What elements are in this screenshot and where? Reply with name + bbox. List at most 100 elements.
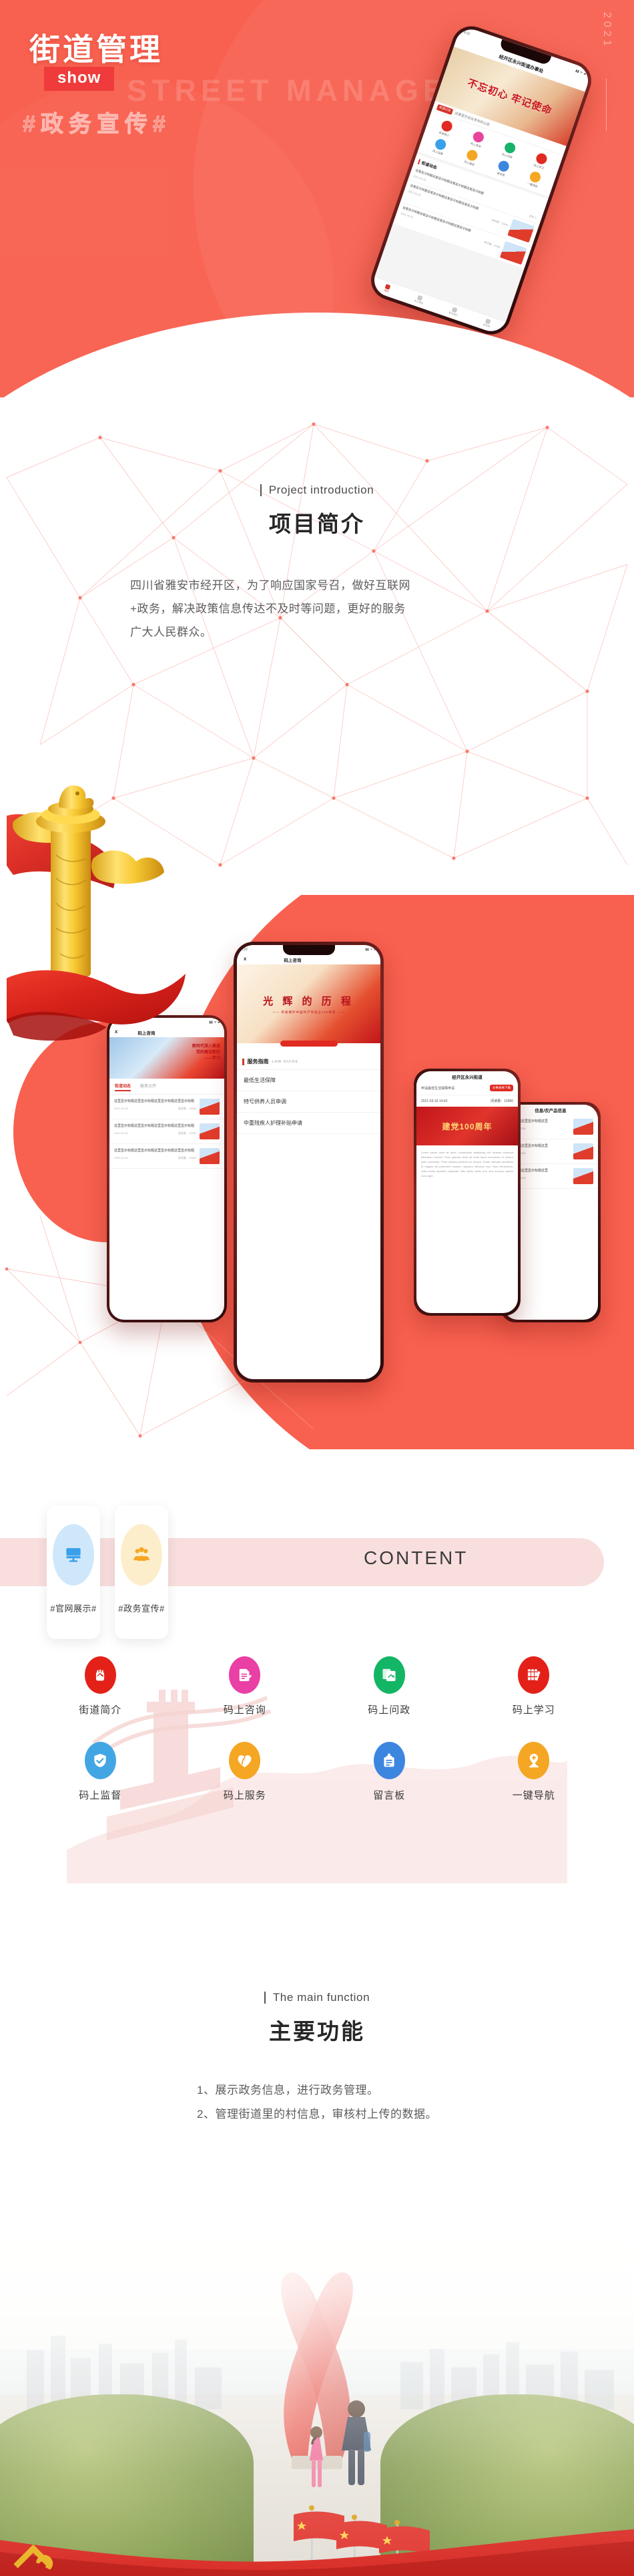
intro-paragraph: 四川省雅安市经开区，为了响应国家号召，做好互联网 +政务，解决政策信息传达不及时… xyxy=(130,574,504,645)
intro-heading-block: Project introduction 项目简介 xyxy=(0,484,634,538)
location-pin-icon xyxy=(518,1742,550,1779)
center-nav-title: 码上咨询 xyxy=(284,958,302,963)
section-accent-bar xyxy=(417,158,421,164)
functions-chinese-title: 主要功能 xyxy=(269,2019,365,2044)
hero-ghost-chinese: #政务宣传# xyxy=(23,112,171,138)
books-icon xyxy=(535,152,549,166)
news-thumbnail xyxy=(499,240,527,265)
hero-banner-title: 光 辉 的 历 程 xyxy=(263,995,354,1007)
content-card-label: #官网展示# xyxy=(50,1604,97,1614)
download-chip[interactable]: 办事表格下载 xyxy=(490,1085,513,1091)
document-pencil-icon xyxy=(471,130,486,144)
guide-list-item[interactable]: 最低生活保障 xyxy=(237,1070,380,1091)
article-title: 这里显示标题这里显示标题这里显示标题这里显示标题 xyxy=(114,1149,195,1153)
intro-line: 四川省雅安市经开区，为了响应国家号召，做好互联网 xyxy=(130,579,410,592)
party-card-icon xyxy=(503,141,517,155)
guide-accent-bar xyxy=(242,1058,244,1065)
feature-icon-grid: 街道简介 码上咨询 码上问政 码上学习 码上监督 码上服务 留言板 一键导航 xyxy=(0,1656,634,1802)
function-item: 2、管理街道里的村信息，审核村上传的数据。 xyxy=(197,2107,437,2121)
feature-supervision[interactable]: 码上监督 xyxy=(28,1742,173,1802)
feature-navigation[interactable]: 一键导航 xyxy=(462,1742,607,1802)
content-card-gov-promotion[interactable]: #政务宣传# xyxy=(115,1505,168,1639)
left-article[interactable]: 这里显示标题这里显示标题这里显示标题这里显示标题 2021-03-16 阅读量：… xyxy=(109,1119,224,1144)
content-card-official-site[interactable]: #官网展示# xyxy=(47,1505,100,1639)
party-card-icon xyxy=(373,1656,405,1694)
feature-label: 码上问政 xyxy=(368,1704,411,1716)
news-thumbnail xyxy=(507,218,535,243)
status-icons: ▮▮ ᯤ ▰ xyxy=(365,948,376,952)
phone-notch xyxy=(282,945,335,955)
feature-learning[interactable]: 码上学习 xyxy=(462,1656,607,1716)
article-date: 2021-03-16 xyxy=(114,1107,128,1110)
intro-line: 广大人民群众。 xyxy=(130,625,212,638)
location-pin-icon xyxy=(528,170,543,184)
books-icon xyxy=(518,1656,550,1694)
hero-banner-subtitle: —— 积极拥护中国共产党成立100周年 —— xyxy=(272,1010,345,1014)
monitor-icon xyxy=(53,1524,94,1586)
tab-message[interactable]: 留言板 xyxy=(483,318,492,329)
feature-consult[interactable]: 码上咨询 xyxy=(173,1656,318,1716)
clipboard-icon xyxy=(497,159,511,173)
news-more-link[interactable]: 更多 》 xyxy=(529,214,537,220)
center-hero-banner: 光 辉 的 历 程 —— 积极拥护中国共产党成立100周年 —— xyxy=(237,964,380,1043)
article-views: 阅读量：12580 xyxy=(178,1107,196,1110)
tab-contact[interactable]: 联系我们 xyxy=(448,307,459,318)
tab-label: 码上服务 xyxy=(414,299,424,305)
article-thumbnail xyxy=(573,1143,593,1159)
heart-hands-icon xyxy=(465,148,479,162)
feature-label: 码上学习 xyxy=(512,1704,555,1716)
grid-item-label: 码上学习 xyxy=(533,163,545,170)
function-item: 1、展示政务信息，进行政务管理。 xyxy=(197,2084,379,2096)
functions-section: The main function 主要功能 1、展示政务信息，进行政务管理。 … xyxy=(0,1977,634,2197)
article-thumbnail xyxy=(573,1119,593,1135)
content-heading: CONTENT xyxy=(364,1547,468,1568)
people-icon xyxy=(121,1524,162,1586)
article-title: 这里显示标题这里显示标题这里显示标题这里显示标题 xyxy=(114,1124,195,1128)
grid-item-label: 码上监督 xyxy=(432,149,444,156)
feature-label: 码上监督 xyxy=(79,1790,122,1801)
functions-english-title: The main function xyxy=(264,1992,370,2004)
intro-chinese-title: 项目简介 xyxy=(269,512,365,536)
article-views: 阅读量：12580 xyxy=(178,1131,196,1135)
feature-street-intro[interactable]: 街道简介 xyxy=(28,1656,173,1716)
clipboard-icon xyxy=(373,1742,405,1779)
close-icon[interactable]: X xyxy=(244,957,246,962)
tab-service[interactable]: 码上服务 xyxy=(414,295,425,306)
guide-title-en: LAW GUIDE xyxy=(272,1059,299,1064)
guide-list-item[interactable]: 中重残疾人护理补贴申请 xyxy=(237,1113,380,1134)
hero-year-label: 2021 xyxy=(601,12,613,49)
status-icons: ▮▮ ᯤ ▰ xyxy=(209,1021,220,1025)
right-nav-title: 经开区永兴街道 xyxy=(416,1071,518,1081)
feature-inquiry[interactable]: 码上问政 xyxy=(317,1656,462,1716)
guide-list-item[interactable]: 特亏供养人员申调 xyxy=(237,1091,380,1113)
center-navbar: X 码上咨询 xyxy=(237,954,380,964)
content-section: CONTENT #官网展示# #政务宣传# 街道简介 码上咨询 码上问政 码上学… xyxy=(0,1449,634,1970)
showcase-phone-center: 4:22 ▮▮ ᯤ ▰ X 码上咨询 光 辉 的 历 程 —— 积极拥护中国共产… xyxy=(234,942,384,1383)
feature-message-board[interactable]: 留言板 xyxy=(317,1742,462,1802)
grid-item-label: 码上服务 xyxy=(464,160,475,167)
right-meta-row: 2021-03-16 14:42 阅读量：12580 xyxy=(416,1095,518,1107)
right-row[interactable]: 申请最低生活保障申请 办事表格下载 xyxy=(416,1081,518,1095)
tab-label: 首页 xyxy=(384,289,390,293)
grid-item-label: 一键导航 xyxy=(527,181,539,188)
hero-section: 2021 STREET MANAGEMENT #政务宣传# 街道管理 show … xyxy=(0,0,634,397)
feature-label: 街道简介 xyxy=(79,1704,122,1716)
shield-check-icon xyxy=(434,138,448,152)
center-guide-header: 服务指南 LAW GUIDE xyxy=(237,1053,380,1070)
article-thumbnail xyxy=(573,1168,593,1184)
feature-label: 码上服务 xyxy=(223,1790,266,1801)
functions-list: 1、展示政务信息，进行政务管理。 2、管理街道里的村信息，审核村上传的数据。 xyxy=(0,2078,634,2126)
feature-service[interactable]: 码上服务 xyxy=(173,1742,318,1802)
grid-item-label: 码上问政 xyxy=(501,152,513,160)
intro-line: +政务，解决政策信息传达不及时等问题，更好的服务 xyxy=(130,602,406,615)
huabiao-pillar-illustration xyxy=(7,785,186,1041)
grid-item-label: 留言板 xyxy=(497,171,506,177)
status-time: 4:22 xyxy=(462,30,471,36)
intro-english-title: Project introduction xyxy=(260,484,374,496)
functions-heading-block: The main function 主要功能 xyxy=(0,1992,634,2046)
left-article[interactable]: 这里显示标题这里显示标题这里显示标题这里显示标题 2021-03-16 阅读量：… xyxy=(109,1144,224,1169)
document-pencil-icon xyxy=(229,1656,261,1694)
tab-home[interactable]: 首页 xyxy=(384,284,391,294)
fist-party-icon xyxy=(440,119,454,134)
content-card-label: #政务宣传# xyxy=(118,1604,165,1614)
